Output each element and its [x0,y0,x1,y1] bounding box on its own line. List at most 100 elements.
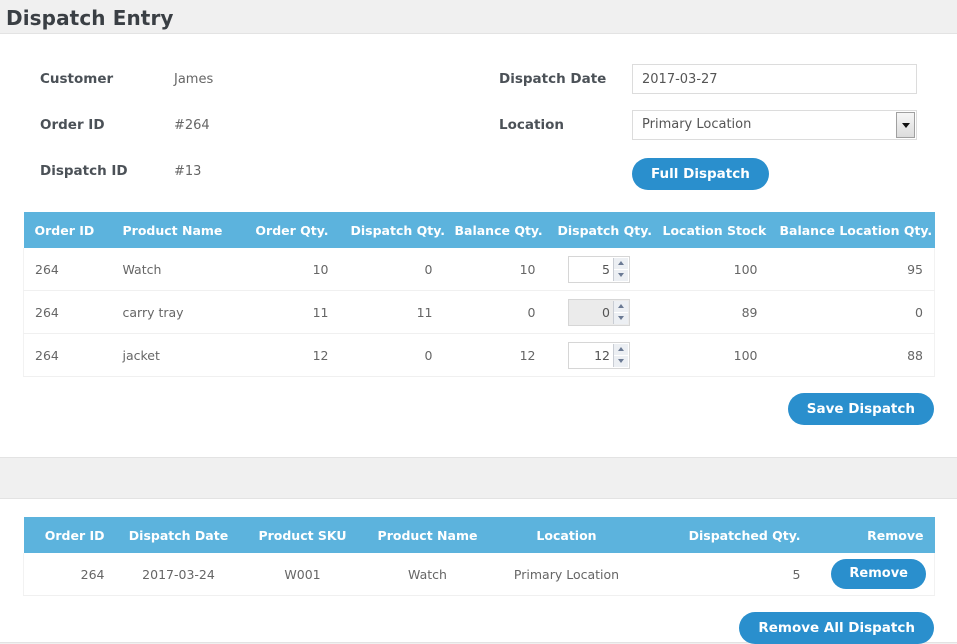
location-label: Location [499,117,564,133]
stepper-arrows[interactable] [613,343,628,367]
cell-order-qty: 10 [239,248,340,291]
items-table-body: 264 Watch 10 0 10 5 100 95 264 carry tra… [23,248,935,377]
cell-location-stock: 89 [651,290,769,334]
field-location: Location Primary Location [480,102,957,148]
col-dispatched-qty: Dispatched Qty. [641,517,812,553]
dispatch-date-label: Dispatch Date [499,71,607,87]
order-id-value: #264 [174,117,210,133]
cell-balance-qty: 12 [443,333,547,377]
customer-value: James [174,71,214,87]
field-order-id: Order ID #264 [0,102,480,148]
cell-dispatch-date: 2017-03-24 [115,553,242,596]
items-table-header-row: Order ID Product Name Order Qty. Dispatc… [23,212,935,248]
cell-product-name: jacket [111,333,240,377]
field-customer: Customer James [0,56,480,102]
chevron-down-icon [896,112,915,138]
col-balance-qty: Balance Qty. [443,212,547,248]
cell-dispatch-qty-input: 5 [546,248,652,291]
stepper-arrows [613,300,628,324]
cell-product-name: carry tray [111,290,240,334]
order-id-label: Order ID [40,117,105,133]
stepper-down-icon[interactable] [614,269,628,281]
col-order-id: Order ID [23,212,112,248]
col-dispatch-qty-input: Dispatch Qty. [546,212,652,248]
customer-label: Customer [40,71,114,87]
field-dispatch-date: Dispatch Date [480,56,957,102]
cell-balance-location-qty: 95 [768,248,935,291]
cell-dispatched-qty: 5 [641,553,812,596]
field-dispatch-id: Dispatch ID #13 [0,148,480,194]
cell-product-name: Watch [363,553,492,596]
cell-dispatch-qty-input: 0 [546,290,652,334]
cell-balance-location-qty: 0 [768,290,935,334]
cell-dispatch-qty: 0 [339,333,444,377]
dispatch-date-input[interactable] [632,64,917,94]
cell-balance-qty: 10 [443,248,547,291]
col-location-stock: Location Stock [651,212,769,248]
save-dispatch-button[interactable]: Save Dispatch [787,393,934,425]
col-dispatch-date: Dispatch Date [115,517,242,553]
save-dispatch-row: Save Dispatch [0,377,957,425]
cell-order-id: 264 [23,333,112,377]
stepper-up-icon [614,300,628,313]
cell-order-qty: 11 [239,290,340,334]
cell-remove: Remove [811,553,935,596]
dispatch-qty-value: 5 [602,261,610,277]
cell-location-stock: 100 [651,248,769,291]
stepper-arrows[interactable] [613,257,628,281]
dispatch-id-value: #13 [174,163,202,179]
dispatched-history-panel: Order ID Dispatch Date Product SKU Produ… [0,498,957,644]
dispatch-form: Customer James Order ID #264 Dispatch ID… [0,34,957,194]
cell-location-stock: 100 [651,333,769,377]
dispatch-qty-stepper: 0 [568,298,630,326]
col-dispatch-qty: Dispatch Qty. [339,212,445,248]
dispatched-table-head: Order ID Dispatch Date Product SKU Produ… [23,517,935,553]
cell-balance-location-qty: 88 [768,333,935,377]
items-table-wrap: Order ID Product Name Order Qty. Dispatc… [23,212,935,377]
form-column-right: Dispatch Date Location Primary Location … [480,56,957,194]
cell-dispatch-qty-input: 12 [546,333,652,377]
remove-all-dispatch-button[interactable]: Remove All Dispatch [739,612,934,644]
dispatch-qty-value: 0 [602,304,610,320]
items-table-head: Order ID Product Name Order Qty. Dispatc… [23,212,935,248]
remove-all-dispatch-row: Remove All Dispatch [0,596,957,644]
cell-location: Primary Location [491,553,642,596]
location-select-value: Primary Location [632,110,917,140]
items-table: Order ID Product Name Order Qty. Dispatc… [23,212,935,377]
table-row: 264 Watch 10 0 10 5 100 95 [23,248,935,291]
dispatched-table: Order ID Dispatch Date Product SKU Produ… [23,517,935,596]
col-order-id: Order ID [23,517,116,553]
stepper-down-icon[interactable] [614,355,628,367]
cell-order-id: 264 [23,290,112,334]
dispatch-qty-value: 12 [594,347,610,363]
col-product-name: Product Name [111,212,240,248]
cell-product-sku: W001 [241,553,364,596]
dispatch-qty-stepper[interactable]: 12 [568,341,630,369]
dispatched-table-body: 264 2017-03-24 W001 Watch Primary Locati… [23,553,935,596]
cell-order-id: 264 [23,248,112,291]
table-row: 264 carry tray 11 11 0 0 89 0 [23,290,935,334]
cell-dispatch-qty: 11 [339,290,444,334]
col-product-sku: Product SKU [241,517,364,553]
col-remove: Remove [811,517,935,553]
dispatched-table-header-row: Order ID Dispatch Date Product SKU Produ… [23,517,935,553]
dispatch-qty-stepper[interactable]: 5 [568,255,630,283]
cell-dispatch-qty: 0 [339,248,444,291]
col-location: Location [491,517,642,553]
remove-button[interactable]: Remove [831,559,926,589]
cell-product-name: Watch [111,248,240,291]
location-select[interactable]: Primary Location [632,110,917,140]
cell-order-qty: 12 [239,333,340,377]
full-dispatch-button[interactable]: Full Dispatch [632,158,769,190]
dispatch-entry-panel: Customer James Order ID #264 Dispatch ID… [0,33,957,458]
page-title: Dispatch Entry [6,6,174,30]
col-product-name: Product Name [363,517,492,553]
full-dispatch-row: Full Dispatch [480,148,957,190]
stepper-up-icon[interactable] [614,257,628,270]
col-order-qty: Order Qty. [239,212,340,248]
table-row: 264 2017-03-24 W001 Watch Primary Locati… [23,553,935,596]
stepper-up-icon[interactable] [614,343,628,356]
cell-balance-qty: 0 [443,290,547,334]
dispatch-id-label: Dispatch ID [40,163,128,179]
cell-order-id: 264 [23,553,116,596]
